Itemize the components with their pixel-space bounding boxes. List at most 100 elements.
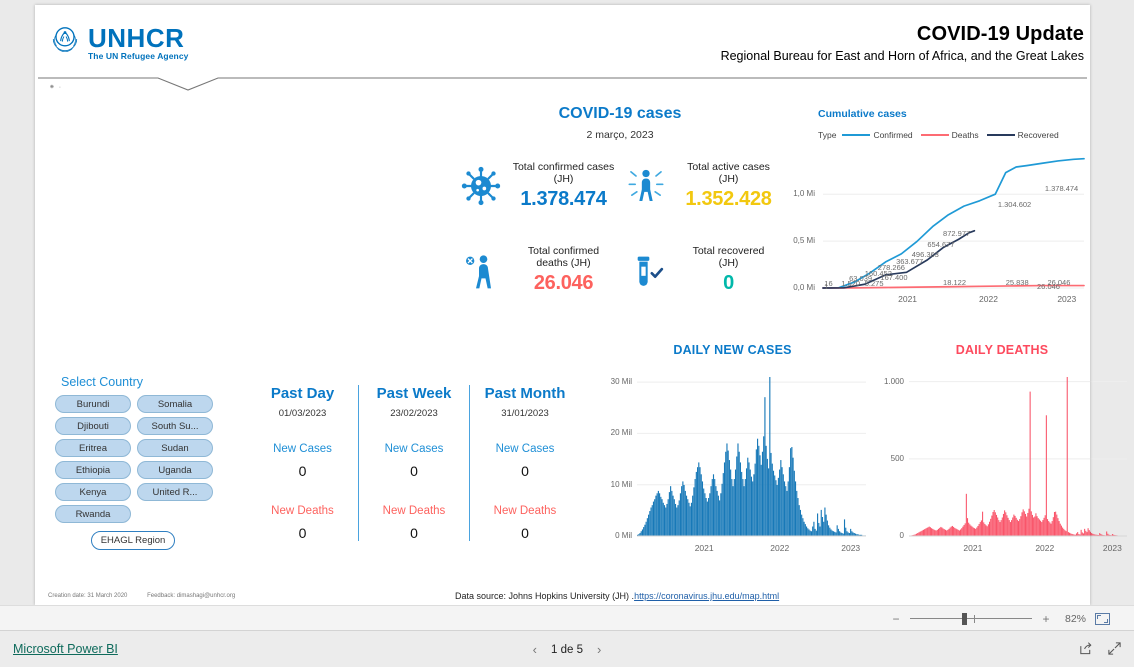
zoom-out-button[interactable]: − [891,612,901,626]
data-point-label: 654.677 [927,240,955,250]
period-date: 01/03/2023 [278,408,327,419]
country-chip[interactable]: Kenya [55,483,131,501]
data-point-label: 1.378.474 [1044,183,1079,193]
daily-deaths-chart: DAILY DEATHS 1.000 500 0 2021 2022 2023 [873,343,1131,578]
x-axis-tick-label: 2021 [898,294,918,304]
new-cases-label: New Cases [495,443,555,455]
kpi-row-top: Total confirmed cases (JH) 1.378.474 Tot… [455,161,785,211]
unhcr-laurel-icon [52,27,78,53]
y-axis-tick-label: 1,0 Mi [793,189,815,199]
virus-icon [455,166,507,206]
country-chip[interactable]: United R... [137,483,213,501]
period-title: Past Month [484,385,566,402]
data-point-label: 1.304.602 [997,200,1032,210]
country-chip[interactable]: Burundi [55,395,131,413]
x-axis-tick-label: 2021 [963,543,983,553]
legend-title: Type [818,130,837,140]
status-bar-actions [1078,641,1122,656]
daily-deaths-plot-area[interactable]: 1.000 500 0 2021 2022 2023 [873,371,1131,556]
new-deaths-label: New Deaths [382,505,446,517]
header-divider [38,77,1087,91]
data-point-label: 25.838 [1005,277,1029,287]
covid-cases-panel: COVID-19 cases 2 março, 2023 Total confi… [455,105,785,295]
period-column: Past Day 01/03/2023 New Cases 0 New Deaths 0 [247,385,358,541]
kpi-row-bottom: Total confirmed deaths (JH) 26.046 Total… [455,245,785,295]
chevron-right-icon[interactable]: › [597,642,601,657]
chevron-left-icon[interactable]: ‹ [533,642,537,657]
country-chip[interactable]: Rwanda [55,505,131,523]
cumulative-plot-area[interactable]: 1,0 Mi 0,5 Mi 0,0 Mi 2021 2022 2023 16 1 1.520 63… [783,148,1088,308]
zoom-percentage-label: 82% [1064,612,1086,625]
period-title: Past Day [270,385,335,402]
y-axis-tick-label: 0,5 Mi [793,236,815,246]
data-point-label: 1 [824,281,829,291]
legend-item-confirmed[interactable]: Confirmed [842,130,913,140]
zoom-slider-thumb[interactable] [962,612,967,625]
data-source-link[interactable]: https://coronavirus.jhu.edu/map.html [634,591,779,601]
kpi-value: 1.378.474 [520,188,607,211]
period-column: Past Week 23/02/2023 New Cases 0 New Deaths 0 [358,385,469,541]
new-deaths-label: New Deaths [493,505,557,517]
ehagl-region-button[interactable]: EHAGL Region [91,531,175,550]
zoom-slider-tick [974,614,975,623]
country-chip[interactable]: Sudan [137,439,213,457]
covid-cases-date: 2 março, 2023 [586,129,654,141]
page-indicator-label: 1 de 5 [551,643,583,656]
kpi-body: Total recovered (JH) 0 [672,245,785,295]
y-axis-tick-label: 20 Mil [610,428,632,438]
country-chip[interactable]: Somalia [137,395,213,413]
zoom-slider[interactable] [910,612,1032,625]
daily-deaths-title: DAILY DEATHS [955,343,1049,357]
cumulative-chart-legend: Type Confirmed Deaths Recovered [818,130,1088,140]
daily-new-cases-title: DAILY NEW CASES [673,343,792,357]
kpi-label-line2: deaths (JH) [536,257,591,270]
kpi-body: Total active cases (JH) 1.352.428 [672,161,785,211]
page-navigation: ‹ 1 de 5 › [0,642,1134,657]
x-axis-tick-label: 2023 [1102,543,1122,553]
creation-date-text: Creation date: 31 March 2020 [48,593,128,599]
country-chip[interactable]: South Su... [137,417,213,435]
active-person-icon [620,166,672,206]
kpi-body: Total confirmed cases (JH) 1.378.474 [507,161,620,211]
zoom-in-button[interactable]: + [1041,612,1051,626]
country-chip[interactable]: Djibouti [55,417,131,435]
data-source-note: Data source: Johns Hopkins University (J… [455,591,779,601]
new-cases-label: New Cases [384,443,444,455]
feedback-text: Feedback: dimashagi@unhcr.org [147,593,236,599]
logo-subtitle: The UN Refugee Agency [88,51,189,61]
report-footer-left: Creation date: 31 March 2020 Feedback: d… [48,593,253,599]
page-title: COVID-19 Update [916,23,1084,45]
y-axis-tick-label: 0,0 Mi [793,283,815,292]
country-chip[interactable]: Ethiopia [55,461,131,479]
share-icon[interactable] [1078,641,1093,656]
y-axis-tick-label: 1.000 [883,376,904,386]
x-axis-tick-label: 2023 [841,543,861,553]
kpi-label-line1: Total recovered [692,245,765,258]
report-header: COVID-19 Update Regional Bureau for East… [721,23,1084,63]
y-axis-tick-label: 10 Mil [610,479,632,489]
fullscreen-icon[interactable] [1107,641,1122,656]
covid-cases-title: COVID-19 cases [558,105,682,122]
page-subtitle: Regional Bureau for East and Horn of Afr… [720,49,1084,63]
decorative-artifact: ⁕ · [49,84,63,91]
x-axis-tick-label: 2021 [694,543,714,553]
power-bi-report-viewer: UNHCR The UN Refugee Agency COVID-19 Upd… [0,0,1134,667]
new-cases-value: 0 [298,463,307,479]
new-deaths-value: 0 [521,525,529,541]
data-point-label: 872.977 [943,228,971,238]
unhcr-logo: UNHCR The UN Refugee Agency [48,23,189,61]
daily-new-cases-plot-area[interactable]: 30 Mil 20 Mil 10 Mil 0 Mil 2021 2022 2023 [595,371,870,556]
new-cases-label: New Cases [273,443,332,455]
kpi-total-confirmed-deaths: Total confirmed deaths (JH) 26.046 [455,245,620,295]
fit-to-page-icon[interactable] [1095,612,1110,625]
zoom-toolbar: − + 82% [0,605,1134,630]
country-chip[interactable]: Uganda [137,461,213,479]
country-chip[interactable]: Eritrea [55,439,131,457]
legend-item-deaths[interactable]: Deaths [920,130,979,140]
x-axis-tick-label: 2022 [979,294,998,304]
legend-item-recovered[interactable]: Recovered [986,130,1059,140]
test-tube-check-icon [620,250,672,290]
data-source-label: Data source: Johns Hopkins University (J… [455,591,635,601]
period-summary-row: Past Day 01/03/2023 New Cases 0 New Deaths 0 P… [247,385,587,541]
new-deaths-value: 0 [298,525,307,541]
